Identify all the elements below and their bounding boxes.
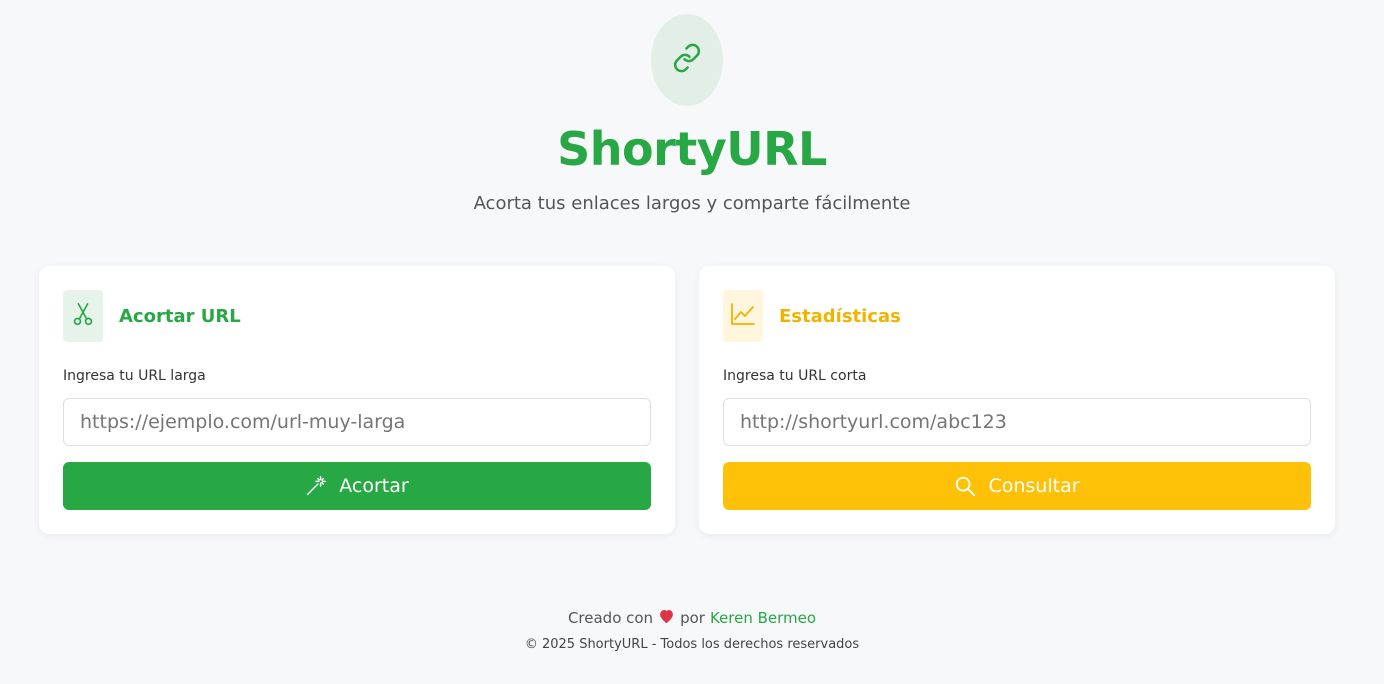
footer-created-with: Creado con (567, 609, 654, 627)
footer-credit: Creado con por Keren Bermeo (0, 608, 1384, 628)
scissors-icon (72, 301, 94, 331)
search-icon (954, 475, 976, 497)
author-name: Keren Bermeo (709, 609, 817, 627)
tagline: Acorta tus enlaces largos y comparte fác… (473, 193, 911, 214)
page-header: ShortyURL Acorta tus enlaces largos y co… (0, 0, 1384, 266)
long-url-label: Ingresa tu URL larga (63, 368, 206, 384)
short-url-input[interactable] (723, 398, 1311, 446)
consult-button[interactable]: Consultar (723, 462, 1311, 510)
copyright-text: © 2025 ShortyURL - Todos los derechos re… (524, 637, 860, 652)
consult-button-label: Consultar (988, 475, 1080, 497)
stats-card-title: Estadísticas (779, 306, 901, 327)
brand-title: ShortyURL (557, 122, 827, 176)
shorten-card: Acortar URL Ingresa tu URL larga Acortar (39, 266, 675, 534)
shorten-card-icon (63, 290, 103, 342)
link-icon (672, 43, 702, 77)
shorten-card-title: Acortar URL (119, 306, 241, 327)
logo-badge (651, 14, 723, 106)
long-url-input[interactable] (63, 398, 651, 446)
chart-line-icon (730, 302, 756, 330)
shorten-button[interactable]: Acortar (63, 462, 651, 510)
shorten-button-label: Acortar (339, 475, 409, 497)
heart-icon (658, 608, 675, 628)
stats-card-icon (723, 290, 763, 342)
footer-by: por (680, 609, 705, 627)
stats-card: Estadísticas Ingresa tu URL corta Consul… (699, 266, 1335, 534)
magic-wand-icon (305, 475, 327, 497)
short-url-label: Ingresa tu URL corta (723, 368, 867, 384)
